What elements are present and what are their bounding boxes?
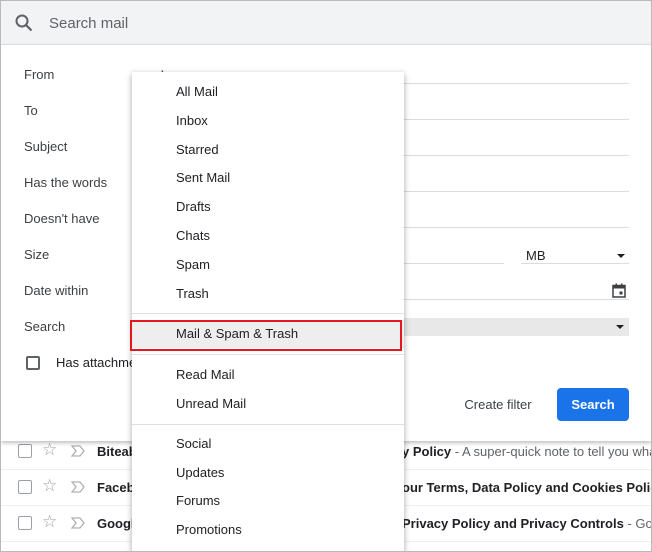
menu-item-drafts[interactable]: Drafts <box>132 193 404 221</box>
menu-item-forums[interactable]: Forums <box>132 487 404 515</box>
menu-divider <box>132 424 404 425</box>
row-checkbox[interactable] <box>18 516 32 530</box>
menu-item-chats[interactable]: Chats <box>132 222 404 250</box>
email-sender: Biteab <box>97 444 137 459</box>
selection-highlight-box <box>130 320 402 351</box>
date-within-label: Date within <box>24 283 89 298</box>
importance-marker-icon[interactable] <box>71 480 85 494</box>
email-subject: y Policy - A super-quick note to tell yo… <box>402 444 652 459</box>
email-sender: Googl <box>97 516 135 531</box>
menu-item-sent-mail[interactable]: Sent Mail <box>132 164 404 192</box>
to-label: To <box>24 103 38 118</box>
importance-marker-icon[interactable] <box>71 516 85 530</box>
menu-item-inbox[interactable]: Inbox <box>132 107 404 135</box>
email-subject: Privacy Policy and Privacy Controls - Go… <box>402 516 652 531</box>
menu-item-social[interactable]: Social <box>132 430 404 458</box>
size-unit-select[interactable] <box>521 263 629 264</box>
menu-item-spam[interactable]: Spam <box>132 251 404 279</box>
row-checkbox[interactable] <box>18 480 32 494</box>
search-scope-select[interactable] <box>399 318 629 336</box>
menu-divider <box>132 313 404 314</box>
calendar-icon[interactable] <box>612 283 626 298</box>
importance-marker-icon[interactable] <box>71 444 85 458</box>
search-bar[interactable]: Search mail <box>1 1 651 45</box>
menu-item-trash[interactable]: Trash <box>132 280 404 308</box>
doesnt-have-label: Doesn't have <box>24 211 100 226</box>
create-filter-button[interactable]: Create filter <box>453 388 543 420</box>
search-scope-label: Search <box>24 319 66 334</box>
email-subject: our Terms, Data Policy and Cookies Polic… <box>402 480 652 495</box>
menu-item-promotions[interactable]: Promotions <box>132 516 404 544</box>
menu-item-read-mail[interactable]: Read Mail <box>132 361 404 389</box>
star-icon[interactable]: ☆ <box>42 512 57 532</box>
search-scope-dropdown: All Mail Inbox Starred Sent Mail Drafts … <box>132 72 404 551</box>
menu-item-unread-mail[interactable]: Unread Mail <box>132 390 404 418</box>
from-label: From <box>24 67 55 82</box>
menu-item-starred[interactable]: Starred <box>132 136 404 164</box>
search-input[interactable]: Search mail <box>49 15 128 32</box>
menu-divider <box>132 354 404 355</box>
menu-item-updates[interactable]: Updates <box>132 459 404 487</box>
row-checkbox[interactable] <box>18 444 32 458</box>
chevron-down-icon[interactable] <box>616 325 624 329</box>
has-attachment-checkbox[interactable] <box>26 356 40 370</box>
gmail-window: ☆ Biteab y Policy - A super-quick note t… <box>0 0 652 552</box>
star-icon[interactable]: ☆ <box>42 476 57 496</box>
size-label: Size <box>24 247 50 262</box>
size-value-field[interactable] <box>402 263 504 264</box>
size-unit-value: MB <box>526 248 546 263</box>
chevron-down-icon[interactable] <box>617 254 625 258</box>
search-icon[interactable] <box>14 13 34 33</box>
menu-item-all-mail[interactable]: All Mail <box>132 78 404 106</box>
has-words-label: Has the words <box>24 175 108 190</box>
search-button[interactable]: Search <box>557 388 629 421</box>
star-icon[interactable]: ☆ <box>42 440 57 460</box>
subject-label: Subject <box>24 139 68 154</box>
date-field[interactable] <box>402 299 629 300</box>
